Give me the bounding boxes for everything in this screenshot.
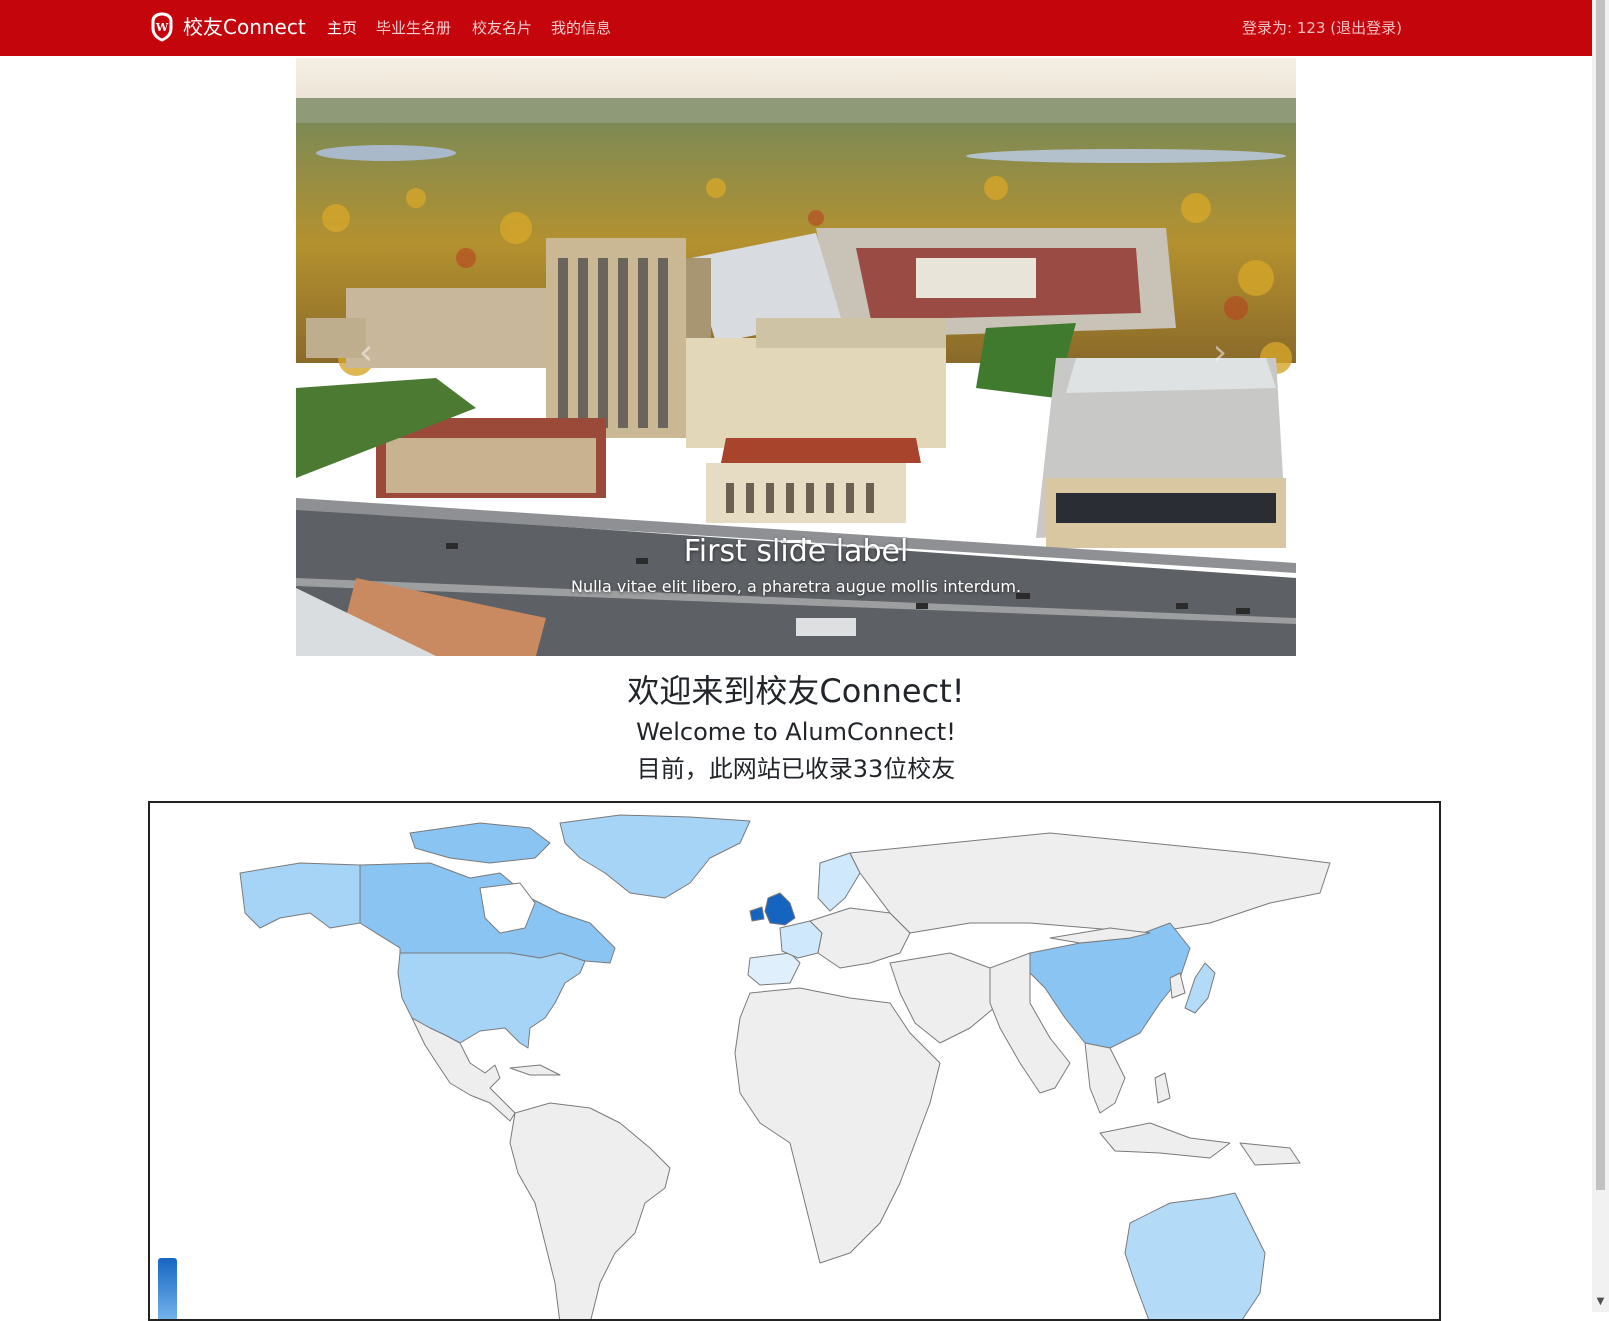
country-canada-islands[interactable] bbox=[409, 822, 551, 864]
country-japan[interactable] bbox=[1184, 962, 1216, 1014]
country-alaska[interactable] bbox=[239, 862, 361, 929]
country-sweden[interactable] bbox=[817, 852, 861, 912]
scrollbar-thumb[interactable] bbox=[1596, 0, 1605, 1190]
country-korea[interactable] bbox=[1169, 972, 1186, 999]
nav-link-my-info[interactable]: 我的信息 bbox=[551, 17, 611, 39]
welcome-title-en: Welcome to AlumConnect! bbox=[636, 718, 956, 746]
carousel-prev-icon[interactable]: ‹ bbox=[346, 328, 386, 378]
login-status: 登录为: 123 (退出登录) bbox=[1242, 17, 1402, 39]
country-australia[interactable] bbox=[1124, 1192, 1266, 1321]
nav-link-alumni-cards[interactable]: 校友名片 bbox=[472, 17, 532, 39]
scroll-down-arrow-icon[interactable]: ▼ bbox=[1595, 1296, 1606, 1308]
country-africa[interactable] bbox=[734, 987, 941, 1264]
country-russia[interactable] bbox=[849, 832, 1331, 934]
country-china[interactable] bbox=[1029, 922, 1191, 1049]
alumni-world-map[interactable] bbox=[148, 801, 1441, 1321]
brand-name[interactable]: 校友Connect bbox=[183, 13, 306, 41]
country-philippines[interactable] bbox=[1154, 1072, 1171, 1104]
welcome-title-cn: 欢迎来到校友Connect! bbox=[627, 672, 965, 710]
top-navbar: W 校友Connect 主页 毕业生名册 校友名片 我的信息 登录为: 123 … bbox=[0, 0, 1592, 56]
svg-text:W: W bbox=[155, 21, 169, 34]
university-crest-icon[interactable]: W bbox=[150, 12, 174, 42]
country-south-america[interactable] bbox=[509, 1102, 671, 1321]
country-greenland[interactable] bbox=[559, 814, 751, 899]
nav-link-home[interactable]: 主页 bbox=[327, 17, 357, 39]
country-united-kingdom[interactable] bbox=[764, 892, 796, 926]
country-spain[interactable] bbox=[747, 952, 801, 986]
carousel-next-icon[interactable]: › bbox=[1200, 328, 1240, 378]
logout-link[interactable]: (退出登录) bbox=[1330, 19, 1402, 37]
nav-link-graduate-roster[interactable]: 毕业生名册 bbox=[376, 17, 451, 39]
world-map-svg[interactable] bbox=[150, 803, 1441, 1321]
country-cuba[interactable] bbox=[509, 1064, 561, 1076]
slide-title: First slide label bbox=[683, 534, 909, 569]
login-user-text: 登录为: 123 bbox=[1242, 19, 1326, 37]
slide-caption: Nulla vitae elit libero, a pharetra augu… bbox=[570, 577, 1022, 596]
country-ireland[interactable] bbox=[749, 906, 765, 922]
country-papua[interactable] bbox=[1239, 1142, 1301, 1166]
alumni-count-text: 目前，此网站已收录33位校友 bbox=[636, 755, 956, 783]
campus-carousel: First slide label Nulla vitae elit liber… bbox=[296, 58, 1296, 656]
country-southeast-asia[interactable] bbox=[1084, 1042, 1126, 1114]
country-indonesia[interactable] bbox=[1099, 1122, 1231, 1159]
